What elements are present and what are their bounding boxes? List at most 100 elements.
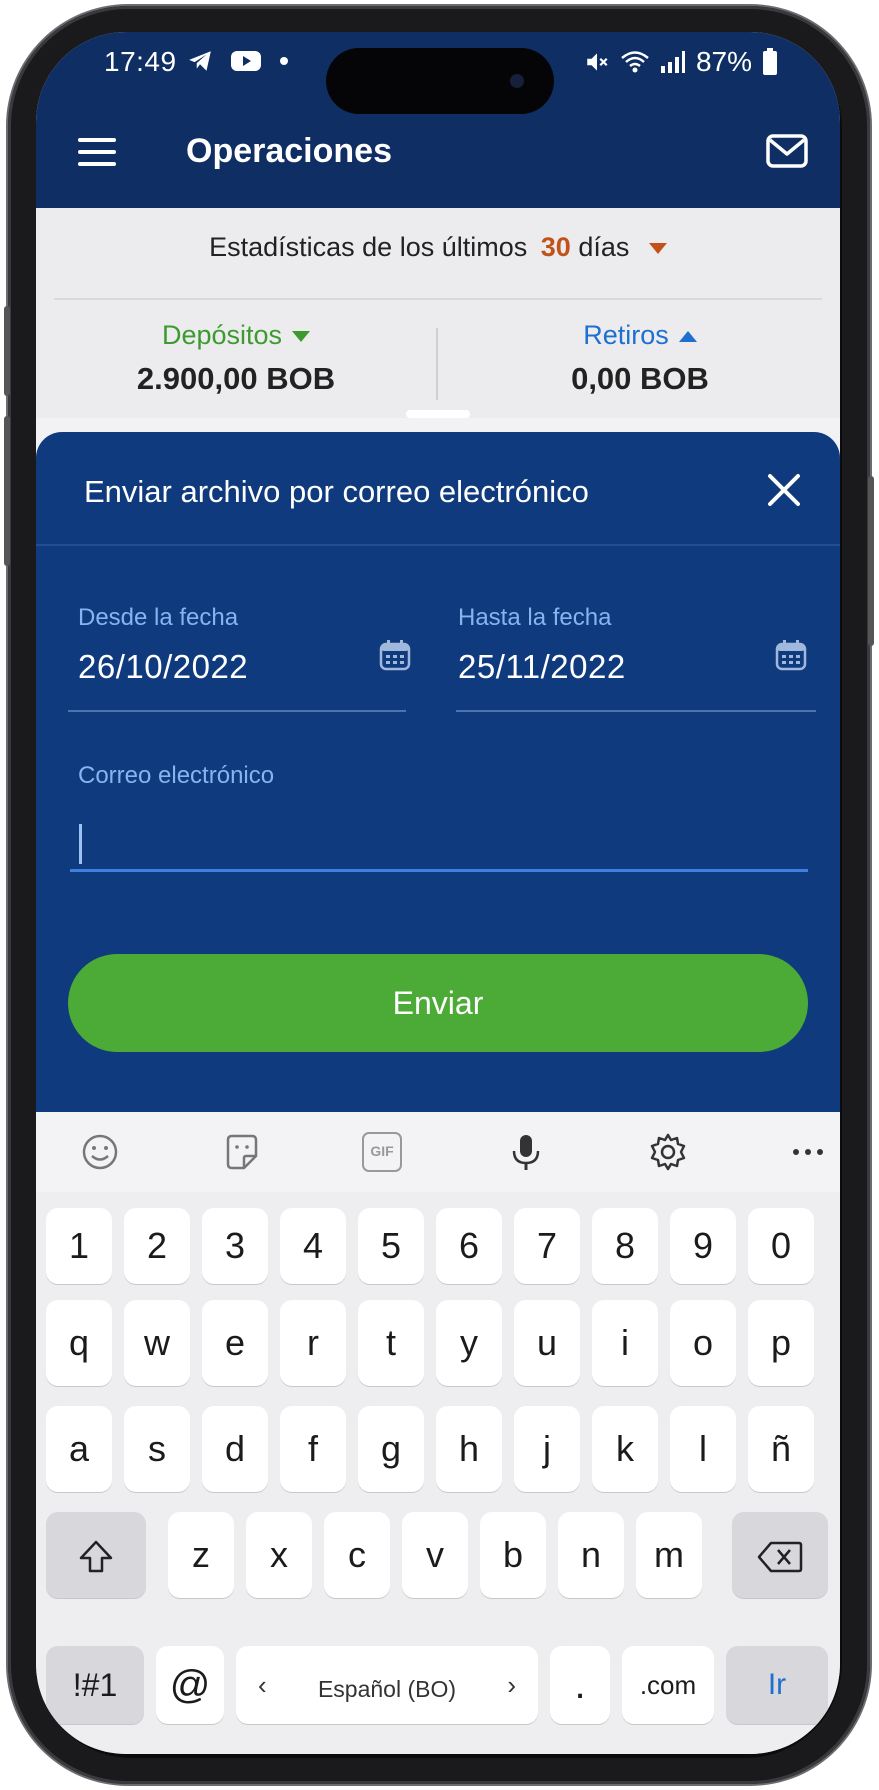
key-f[interactable]: f: [280, 1406, 346, 1492]
sheet-drag-handle[interactable]: [406, 410, 470, 418]
sheet-separator: [36, 544, 840, 546]
to-date-underline: [456, 710, 816, 712]
settings-icon[interactable]: [648, 1132, 688, 1172]
dropdown-caret-icon: [648, 243, 667, 255]
camera-notch: [326, 48, 554, 114]
email-input[interactable]: [70, 810, 808, 872]
keyboard-toolbar: GIF: [36, 1112, 840, 1192]
status-left-icons: [186, 48, 290, 74]
key-3[interactable]: 3: [202, 1208, 268, 1284]
screen: 17:49 87% Operaciones Estadísticas de lo…: [36, 32, 840, 1754]
withdrawals-label: Retiros: [583, 320, 669, 350]
key-2[interactable]: 2: [124, 1208, 190, 1284]
key-a[interactable]: a: [46, 1406, 112, 1492]
key-m[interactable]: m: [636, 1512, 702, 1598]
key-backspace[interactable]: [732, 1512, 828, 1598]
key-6[interactable]: 6: [436, 1208, 502, 1284]
key-9[interactable]: 9: [670, 1208, 736, 1284]
key-l[interactable]: l: [670, 1406, 736, 1492]
more-icon[interactable]: [788, 1132, 828, 1172]
key-x[interactable]: x: [246, 1512, 312, 1598]
key-w[interactable]: w: [124, 1300, 190, 1386]
dot-icon: [280, 57, 288, 65]
close-icon[interactable]: [766, 472, 802, 508]
gif-icon[interactable]: GIF: [362, 1132, 402, 1172]
withdrawals-stat[interactable]: Retiros 0,00 BOB: [440, 320, 840, 397]
mute-icon: [587, 53, 608, 71]
signal-icon: [660, 51, 685, 73]
deposits-label: Depósitos: [161, 320, 283, 350]
youtube-icon: [231, 51, 261, 71]
key-s[interactable]: s: [124, 1406, 190, 1492]
key-t[interactable]: t: [358, 1300, 424, 1386]
key-p[interactable]: p: [748, 1300, 814, 1386]
sticker-icon[interactable]: [222, 1132, 262, 1172]
key-q[interactable]: q: [46, 1300, 112, 1386]
stats-title-suffix: días: [578, 232, 630, 262]
key-0[interactable]: 0: [748, 1208, 814, 1284]
key-e[interactable]: e: [202, 1300, 268, 1386]
from-date-underline: [68, 710, 406, 712]
key-r[interactable]: r: [280, 1300, 346, 1386]
arrow-up-icon: [678, 331, 697, 343]
key-y[interactable]: y: [436, 1300, 502, 1386]
key-h[interactable]: h: [436, 1406, 502, 1492]
backspace-icon: [757, 1542, 803, 1573]
shift-icon: [79, 1541, 113, 1573]
key-n[interactable]: n: [558, 1512, 624, 1598]
status-bar: 17:49 87%: [36, 32, 840, 128]
key-8[interactable]: 8: [592, 1208, 658, 1284]
key-symbols[interactable]: !#1: [46, 1646, 144, 1724]
key-g[interactable]: g: [358, 1406, 424, 1492]
hamburger-menu-icon[interactable]: [76, 132, 120, 172]
mail-icon[interactable]: [764, 128, 810, 174]
key-u[interactable]: u: [514, 1300, 580, 1386]
deposits-stat[interactable]: Depósitos 2.900,00 BOB: [36, 320, 436, 397]
stats-period-selector[interactable]: Estadísticas de los últimos 30 días: [36, 232, 840, 263]
stats-title-prefix: Estadísticas de los últimos: [209, 232, 528, 262]
withdrawals-value: 0,00 BOB: [571, 361, 709, 396]
microphone-icon[interactable]: [506, 1132, 546, 1172]
gif-label: GIF: [370, 1143, 394, 1159]
key-1[interactable]: 1: [46, 1208, 112, 1284]
battery-percent: 87%: [695, 46, 752, 77]
wifi-icon: [621, 51, 649, 73]
key-d[interactable]: d: [202, 1406, 268, 1492]
key-4[interactable]: 4: [280, 1208, 346, 1284]
from-date-field[interactable]: Desde la fecha 26/10/2022: [68, 604, 444, 712]
key-b[interactable]: b: [480, 1512, 546, 1598]
key-j[interactable]: j: [514, 1406, 580, 1492]
deposits-value: 2.900,00 BOB: [136, 361, 336, 396]
key-5[interactable]: 5: [358, 1208, 424, 1284]
key-shift[interactable]: [46, 1512, 146, 1598]
key-ñ[interactable]: ñ: [748, 1406, 814, 1492]
calendar-icon[interactable]: [774, 638, 808, 672]
status-right-icons: 87%: [584, 46, 778, 78]
email-file-sheet: Enviar archivo por correo electrónico De…: [36, 432, 840, 1152]
key-period-label: .: [574, 1663, 586, 1707]
key-o[interactable]: o: [670, 1300, 736, 1386]
status-time: 17:49: [104, 46, 177, 77]
from-date-label: Desde la fecha: [78, 604, 239, 631]
key-v[interactable]: v: [402, 1512, 468, 1598]
key-z[interactable]: z: [168, 1512, 234, 1598]
key-i[interactable]: i: [592, 1300, 658, 1386]
telegram-icon: [189, 51, 211, 71]
send-button[interactable]: Enviar: [68, 954, 808, 1052]
key-dotcom[interactable]: .com: [622, 1646, 714, 1724]
key-k[interactable]: k: [592, 1406, 658, 1492]
to-date-label: Hasta la fecha: [458, 604, 612, 631]
to-date-field[interactable]: Hasta la fecha 25/11/2022: [456, 604, 816, 712]
app-header: 17:49 87% Operaciones: [36, 32, 840, 208]
power-button: [868, 476, 874, 646]
emoji-icon[interactable]: [80, 1132, 120, 1172]
volume-down-button: [4, 416, 10, 566]
key-c[interactable]: c: [324, 1512, 390, 1598]
calendar-icon[interactable]: [378, 638, 412, 672]
volume-up-button: [4, 306, 10, 396]
key-space[interactable]: ‹ Español (BO) ›: [236, 1646, 538, 1724]
key-7[interactable]: 7: [514, 1208, 580, 1284]
key-at[interactable]: @: [156, 1646, 224, 1724]
key-period[interactable]: .: [550, 1646, 610, 1724]
key-go[interactable]: Ir: [726, 1646, 828, 1724]
